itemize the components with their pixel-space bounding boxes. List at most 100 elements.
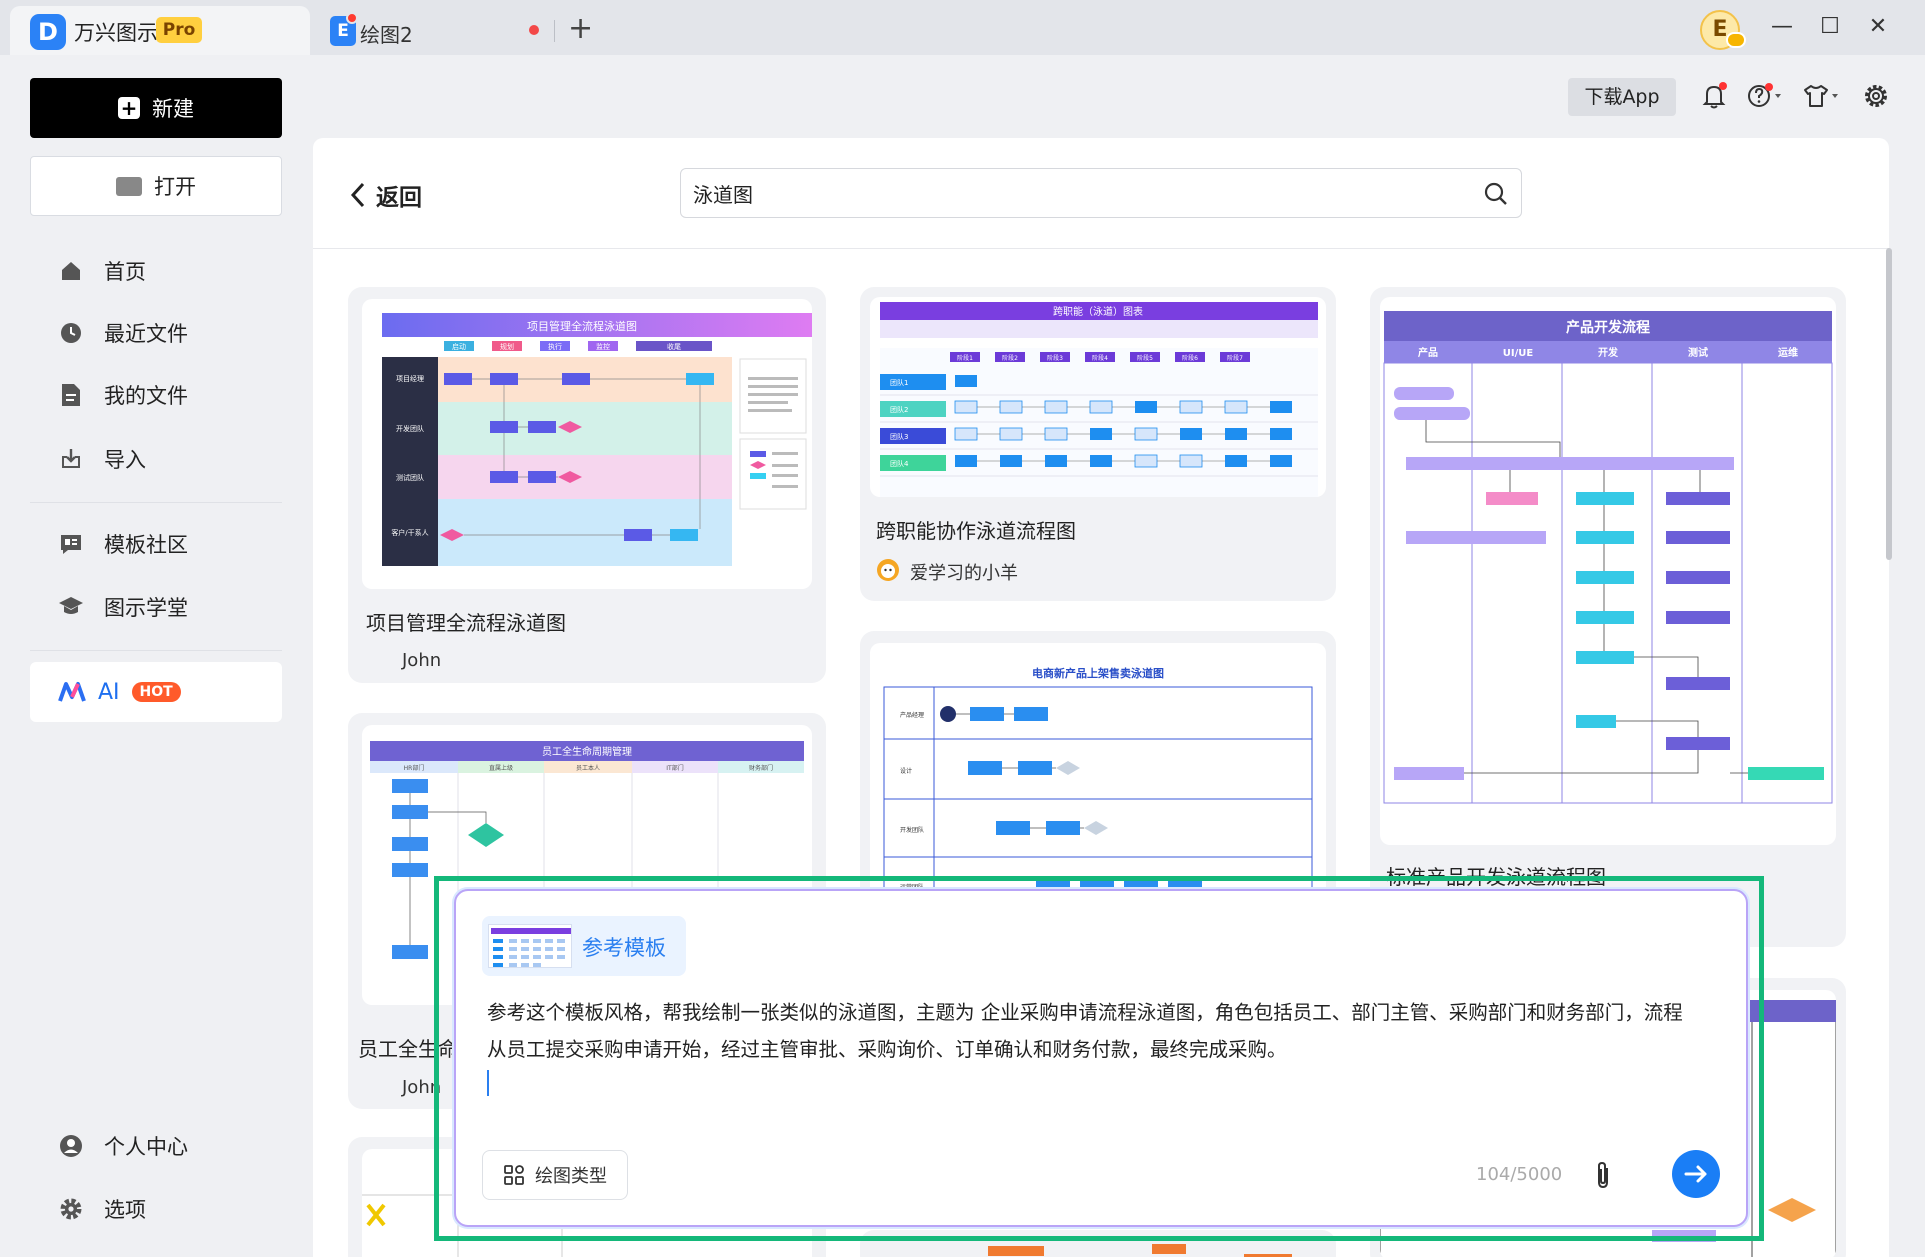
lane-label: 产品经理 (900, 711, 924, 719)
bell-icon[interactable] (1698, 80, 1730, 112)
sidebar-item-label: 首页 (104, 260, 146, 284)
sidebar-item-template-community[interactable]: 模板社区 (58, 524, 188, 564)
import-icon (58, 446, 84, 472)
phase-label: 监控 (596, 342, 610, 351)
grid-icon (503, 1164, 525, 1186)
lane-label: 测试团队 (396, 473, 424, 482)
sidebar-item-ai[interactable]: AI HOT (30, 662, 282, 722)
template-card-product-dev[interactable]: 产品开发流程 产品 UI/UE 开发 测试 运维 标准产品开发泳道流程图 (1370, 287, 1846, 947)
help-icon[interactable] (1744, 80, 1781, 112)
back-button[interactable]: 返回 (350, 176, 422, 214)
lane-label: 开发团队 (900, 826, 924, 834)
search-input[interactable] (693, 169, 1473, 217)
app-name: 万兴图示 (74, 21, 158, 45)
shirt-icon[interactable] (1800, 80, 1838, 112)
reference-template-chip[interactable]: 参考模板 (482, 916, 686, 976)
phase-label: 收尾 (667, 342, 681, 351)
send-button[interactable] (1672, 1150, 1720, 1198)
column-label: 直属上级 (489, 764, 513, 772)
search-box[interactable] (680, 168, 1522, 218)
sidebar-item-home[interactable]: 首页 (58, 251, 146, 291)
column-label: 员工本人 (576, 764, 600, 772)
column-label: 产品 (1418, 346, 1438, 359)
paperclip-icon[interactable] (1592, 1160, 1614, 1190)
phase-label: 阶段1 (957, 354, 973, 362)
sidebar-divider (30, 502, 282, 503)
clock-icon (58, 320, 84, 346)
sidebar-item-label: 图示学堂 (104, 596, 188, 620)
new-label: 新建 (152, 97, 194, 121)
thumbnail-title: 员工全生命周期管理 (542, 745, 632, 758)
phase-label: 阶段6 (1182, 354, 1198, 362)
settings-icon[interactable] (1860, 80, 1892, 112)
sidebar-item-profile[interactable]: 个人中心 (58, 1126, 188, 1166)
tab-divider (554, 20, 555, 42)
vip-badge-icon (1726, 32, 1746, 48)
card-author: 爱学习的小羊 (910, 563, 1018, 584)
arrow-right-icon (1672, 1150, 1720, 1198)
hot-badge: HOT (131, 682, 181, 702)
phase-label: 执行 (548, 342, 562, 351)
template-thumbnail: 项目管理全流程泳道图 项目经理 开发团队 测试团队 客户/干系人 启动 规划 执… (362, 299, 812, 589)
reference-template-label: 参考模板 (582, 936, 666, 960)
phase-label: 规划 (500, 342, 514, 351)
close-window-button[interactable]: ✕ (1858, 6, 1898, 48)
notification-dot (346, 12, 358, 24)
draw-type-button[interactable]: 绘图类型 (482, 1150, 628, 1200)
lane-label: 团队3 (890, 432, 908, 441)
template-thumbnail: 跨职能（泳道）图表 阶段1 阶段2 阶段3 阶段4 阶段5 阶段6 阶段7 团队… (870, 297, 1326, 497)
reference-template-thumbnail (488, 924, 572, 968)
download-app-button[interactable]: 下载App (1568, 78, 1676, 116)
sidebar-item-label: 最近文件 (104, 322, 188, 346)
unsaved-indicator (529, 25, 539, 35)
new-button[interactable]: + 新建 (30, 78, 282, 138)
open-button[interactable]: 打开 (30, 156, 282, 216)
column-label: 开发 (1598, 346, 1619, 359)
phase-label: 启动 (452, 342, 466, 351)
minimize-button[interactable]: — (1762, 6, 1802, 48)
sidebar-item-label: 我的文件 (104, 384, 188, 408)
lane-label: 项目经理 (396, 374, 424, 383)
text-caret (487, 1070, 489, 1096)
phase-label: 阶段7 (1227, 354, 1243, 362)
thumbnail-title: 跨职能（泳道）图表 (1053, 305, 1143, 318)
sidebar-item-label: 选项 (104, 1198, 146, 1222)
ai-logo-icon (58, 681, 86, 703)
sidebar-item-academy[interactable]: 图示学堂 (58, 587, 188, 627)
template-card-cross-functional[interactable]: 跨职能（泳道）图表 阶段1 阶段2 阶段3 阶段4 阶段5 阶段6 阶段7 团队… (860, 287, 1336, 601)
sidebar-item-my-files[interactable]: 我的文件 (58, 375, 188, 415)
lane-label: 设计 (900, 767, 912, 775)
card-title: 项目管理全流程泳道图 (366, 611, 566, 635)
add-tab-button[interactable]: + (568, 10, 593, 48)
sidebar-item-recent[interactable]: 最近文件 (58, 313, 188, 353)
chevron-left-icon (350, 182, 366, 208)
phase-label: 阶段3 (1047, 354, 1063, 362)
sidebar-item-options[interactable]: 选项 (58, 1189, 146, 1229)
prompt-textarea[interactable]: 参考这个模板风格，帮我绘制一张类似的泳道图，主题为 企业采购申请流程泳道图，角色… (487, 994, 1702, 1068)
phase-label: 阶段5 (1137, 354, 1153, 362)
phase-label: 阶段2 (1002, 354, 1018, 362)
phase-label: 阶段4 (1092, 354, 1108, 362)
home-icon (58, 258, 84, 284)
sidebar-item-import[interactable]: 导入 (58, 439, 146, 479)
column-label: IT部门 (666, 764, 683, 772)
template-thumbnail: 产品开发流程 产品 UI/UE 开发 测试 运维 (1380, 297, 1836, 845)
scrollbar[interactable] (1886, 248, 1892, 560)
lane-label: 开发团队 (396, 424, 424, 433)
template-card-project-mgmt[interactable]: 项目管理全流程泳道图 项目经理 开发团队 测试团队 客户/干系人 启动 规划 执… (348, 287, 826, 683)
thumbnail-title: 电商新产品上架售卖泳道图 (1032, 666, 1164, 680)
tab-drawing2[interactable]: 绘图2 (360, 19, 413, 48)
sidebar-divider (30, 650, 282, 651)
card-author: John (402, 650, 442, 671)
ai-label: AI (98, 679, 120, 705)
search-icon[interactable] (1483, 181, 1509, 207)
column-label: HR部门 (404, 764, 425, 772)
draw-type-label: 绘图类型 (535, 1166, 607, 1187)
maximize-button[interactable]: ☐ (1810, 6, 1850, 48)
user-icon (58, 1133, 84, 1159)
open-label: 打开 (154, 175, 196, 199)
lane-label: 团队4 (890, 459, 909, 468)
thumbnail-title: 项目管理全流程泳道图 (527, 319, 637, 333)
sidebar-item-label: 个人中心 (104, 1135, 188, 1159)
graduation-cap-icon (58, 594, 84, 620)
